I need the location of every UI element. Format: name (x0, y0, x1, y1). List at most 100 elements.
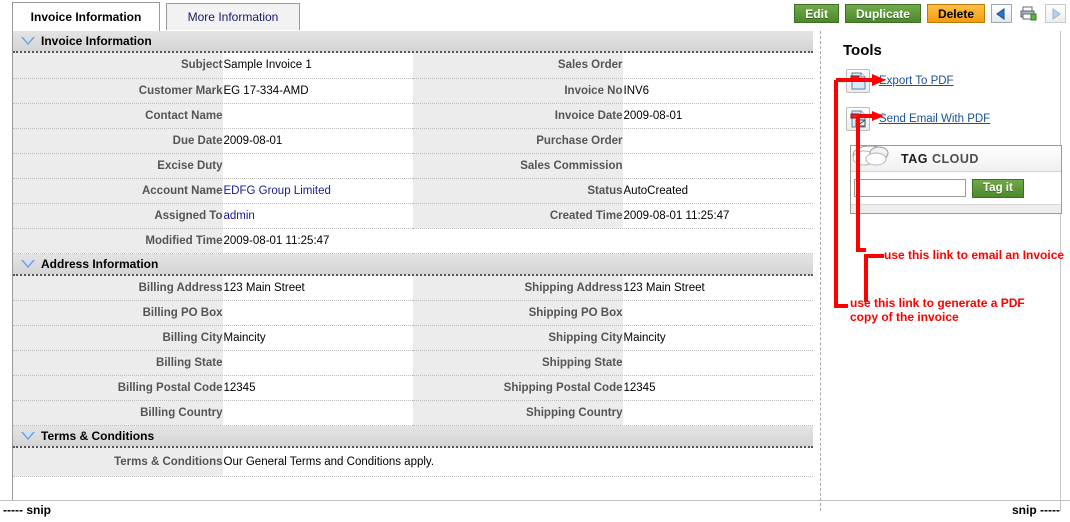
detail-section: Invoice Information Subject Sample Invoice… (13, 31, 813, 254)
delete-button[interactable]: Delete (926, 4, 985, 23)
table-row: Subject Sample Invoice 1 Sales Order (13, 53, 813, 79)
field-label: Shipping Address (413, 275, 624, 301)
field-label: Subject (13, 53, 224, 79)
field-label: Sales Order (413, 53, 624, 79)
field-value: AutoCreated (623, 178, 813, 204)
field-label: Shipping State (413, 350, 624, 376)
field-label: Excise Duty (13, 153, 224, 179)
field-value (223, 300, 413, 326)
detail-section: Address Information Billing Address 123 Ma… (13, 253, 813, 426)
field-value: 12345 (623, 375, 813, 401)
field-value: 2009-08-01 (623, 103, 813, 129)
field-value: Our General Terms and Conditions apply. (223, 448, 813, 477)
field-label: Purchase Order (413, 128, 624, 154)
export-to-pdf-row[interactable]: Export To PDF (846, 69, 1068, 93)
field-value: 123 Main Street (223, 275, 413, 301)
collapse-triangle-icon[interactable] (21, 37, 35, 45)
collapse-triangle-icon[interactable] (21, 432, 35, 440)
table-row: Assigned To admin Created Time 2009-08-01 1… (13, 203, 813, 229)
section-title: Address Information (41, 256, 159, 271)
bottom-rule (0, 500, 1070, 501)
duplicate-button[interactable]: Duplicate (844, 4, 921, 23)
table-row: Billing PO Box Shipping PO Box (13, 300, 813, 326)
table-row: Modified Time 2009-08-01 11:25:47 (13, 228, 813, 254)
printer-icon[interactable] (1018, 4, 1039, 23)
pdf-email-icon (846, 107, 870, 131)
field-label: Invoice Date (413, 103, 624, 129)
send-email-with-pdf-row[interactable]: Send Email With PDF (846, 107, 1068, 131)
field-table: Billing Address 123 Main Street Shipping A… (13, 275, 813, 426)
tag-input[interactable] (854, 179, 966, 197)
panel-divider (820, 31, 821, 511)
snip-marker-left: ----- snip (3, 503, 51, 517)
table-row: Billing State Shipping State (13, 350, 813, 376)
field-value: Sample Invoice 1 (223, 53, 413, 79)
table-row: Billing City Maincity Shipping City Maincit… (13, 325, 813, 351)
collapse-triangle-icon[interactable] (21, 259, 35, 268)
snip-marker-right: snip ----- (1012, 503, 1060, 517)
invoice-detail-panel: Invoice Information Subject Sample Invoice… (12, 31, 813, 501)
table-row: Billing Country Shipping Country (13, 400, 813, 426)
export-to-pdf-link[interactable]: Export To PDF (879, 75, 954, 87)
field-value: Maincity (223, 325, 413, 351)
tag-it-button[interactable]: Tag it (972, 178, 1024, 198)
section-header-terms[interactable]: Terms & Conditions (13, 426, 813, 448)
table-row: Terms & Conditions Our General Terms and … (13, 448, 813, 477)
field-label: Shipping Postal Code (413, 375, 624, 401)
tag-cloud-title-word1: TAG (901, 151, 928, 166)
field-value (623, 128, 813, 154)
field-label: Account Name (13, 178, 224, 204)
terms-section: Terms & Conditions Terms & Conditions Our … (13, 426, 813, 477)
pdf-document-icon (846, 69, 870, 93)
field-value[interactable]: EDFG Group Limited (223, 178, 413, 204)
table-row: Billing Postal Code 12345 Shipping Postal … (13, 375, 813, 401)
edit-button[interactable]: Edit (794, 4, 839, 23)
previous-record-arrow-icon[interactable] (991, 4, 1012, 23)
field-value (623, 53, 813, 79)
tab-bar: Invoice Information More Information Edi… (0, 0, 1070, 32)
field-label: Shipping PO Box (413, 300, 624, 326)
field-value: 2009-08-01 11:25:47 (223, 228, 413, 254)
table-row: Due Date 2009-08-01 Purchase Order (13, 128, 813, 154)
field-label: Terms & Conditions (13, 448, 224, 477)
field-label: Shipping Country (413, 400, 624, 426)
field-label: Billing Country (13, 400, 224, 426)
section-header-0[interactable]: Invoice Information (13, 31, 813, 53)
tag-cloud-title-word2: CLOUD (931, 151, 979, 166)
field-value: 123 Main Street (623, 275, 813, 301)
field-value: Maincity (623, 325, 813, 351)
field-value: INV6 (623, 78, 813, 104)
tag-cloud-title: TAG CLOUD (901, 152, 979, 166)
section-header-1[interactable]: Address Information (13, 253, 813, 276)
tag-cloud-footer (851, 204, 1061, 213)
empty-cell (623, 228, 813, 254)
tab-invoice-information[interactable]: Invoice Information (12, 2, 160, 31)
field-value[interactable]: admin (223, 203, 413, 229)
next-record-arrow-icon[interactable] (1045, 4, 1066, 23)
field-table: Subject Sample Invoice 1 Sales Order Custom… (13, 53, 813, 254)
annotation-generate-pdf: use this link to generate a PDF copy of … (850, 296, 1025, 324)
field-value (623, 400, 813, 426)
field-value (223, 400, 413, 426)
field-label: Modified Time (13, 228, 224, 254)
tools-title: Tools (843, 42, 882, 59)
field-value: EG 17-334-AMD (223, 78, 413, 104)
cloud-icon (852, 141, 904, 171)
table-row: Excise Duty Sales Commission (13, 153, 813, 179)
table-row: Contact Name Invoice Date 2009-08-01 (13, 103, 813, 129)
table-row: Account Name EDFG Group Limited Status Auto… (13, 178, 813, 204)
annotation-email-invoice: use this link to email an Invoice (884, 248, 1065, 262)
field-label: Invoice No (413, 78, 624, 104)
tag-cloud-header: TAG CLOUD (851, 145, 1061, 172)
field-value: 12345 (223, 375, 413, 401)
field-value (223, 153, 413, 179)
section-title: Terms & Conditions (41, 429, 155, 443)
tab-more-information[interactable]: More Information (166, 3, 300, 30)
terms-table: Terms & Conditions Our General Terms and … (13, 448, 813, 477)
field-value (623, 300, 813, 326)
send-email-with-pdf-link[interactable]: Send Email With PDF (879, 113, 990, 125)
field-label: Billing PO Box (13, 300, 224, 326)
field-label: Sales Commission (413, 153, 624, 179)
field-label: Created Time (413, 203, 624, 229)
table-row: Billing Address 123 Main Street Shipping A… (13, 275, 813, 301)
